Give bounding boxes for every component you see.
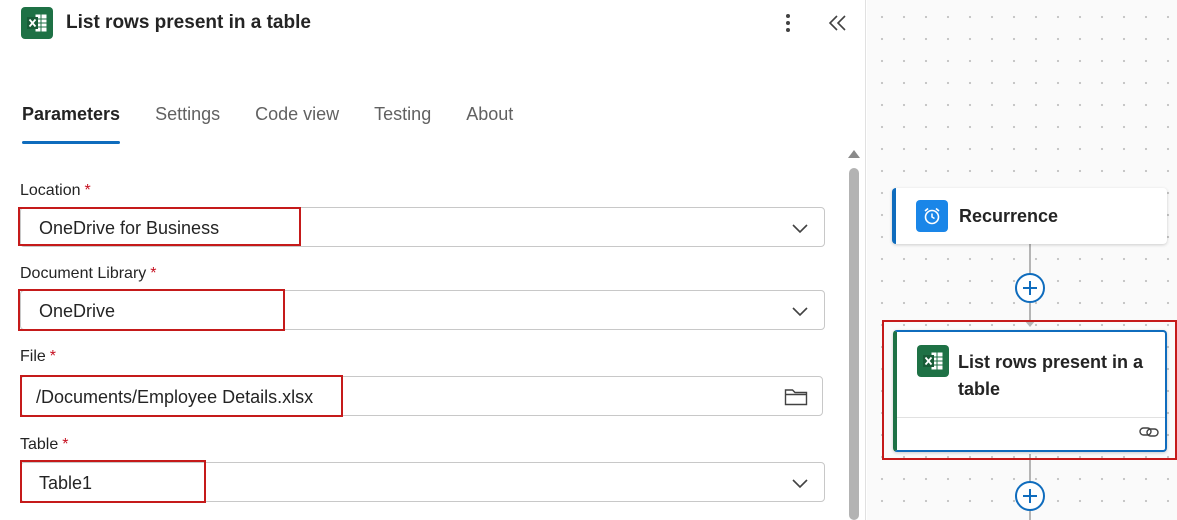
excel-icon — [917, 345, 949, 377]
tab-parameters[interactable]: Parameters — [22, 104, 121, 144]
double-chevron-left-icon[interactable] — [826, 10, 850, 36]
location-label: Location * — [20, 182, 91, 199]
node-footer — [897, 417, 1165, 418]
location-dropdown[interactable]: OneDrive for Business — [20, 207, 825, 247]
tab-list: Parameters Settings Code view Testing Ab… — [22, 104, 548, 144]
chevron-down-icon — [790, 473, 810, 498]
file-picker-field[interactable]: /Documents/Employee Details.xlsx — [20, 376, 823, 416]
tab-testing[interactable]: Testing — [374, 104, 431, 144]
alarm-clock-icon — [916, 200, 948, 232]
location-value: OneDrive for Business — [39, 218, 220, 238]
scroll-thumb[interactable] — [849, 168, 859, 520]
document-library-value: OneDrive — [39, 301, 116, 321]
connector-arrow-icon — [1024, 320, 1036, 327]
required-mark: * — [49, 348, 57, 365]
more-vertical-icon[interactable] — [776, 10, 800, 36]
required-mark: * — [150, 265, 157, 282]
file-label: File * — [20, 348, 57, 365]
recurrence-node-title: Recurrence — [959, 206, 1059, 226]
plus-circle-icon[interactable] — [1015, 273, 1045, 303]
required-mark: * — [62, 436, 69, 453]
tab-code-view[interactable]: Code view — [255, 104, 339, 144]
panel-scrollbar[interactable] — [847, 150, 861, 520]
connector-line — [1029, 454, 1031, 482]
folder-icon[interactable] — [784, 387, 808, 412]
table-value: Table1 — [39, 473, 93, 493]
file-value: /Documents/Employee Details.xlsx — [36, 387, 314, 407]
tab-settings[interactable]: Settings — [155, 104, 220, 144]
panel-title: List rows present in a table — [66, 12, 311, 33]
required-mark: * — [84, 182, 91, 199]
action-details-panel: List rows present in a table Parameters … — [0, 0, 866, 520]
tab-about[interactable]: About — [466, 104, 513, 144]
list-rows-node[interactable]: List rows present in a table — [893, 330, 1167, 452]
document-library-dropdown[interactable]: OneDrive — [20, 290, 825, 330]
connector-line — [1029, 511, 1031, 520]
table-dropdown[interactable]: Table1 — [20, 462, 825, 502]
chevron-down-icon — [790, 301, 810, 326]
document-library-label: Document Library * — [20, 265, 157, 282]
scroll-up-arrow-icon[interactable] — [848, 150, 860, 158]
plus-circle-icon[interactable] — [1015, 481, 1045, 511]
list-rows-node-title: List rows present in a table — [958, 352, 1144, 399]
chevron-down-icon — [790, 218, 810, 243]
link-icon[interactable] — [1139, 425, 1159, 444]
table-label: Table * — [20, 436, 69, 453]
excel-icon — [21, 7, 53, 39]
connector-line — [1029, 244, 1031, 274]
recurrence-node[interactable]: Recurrence — [892, 188, 1167, 244]
